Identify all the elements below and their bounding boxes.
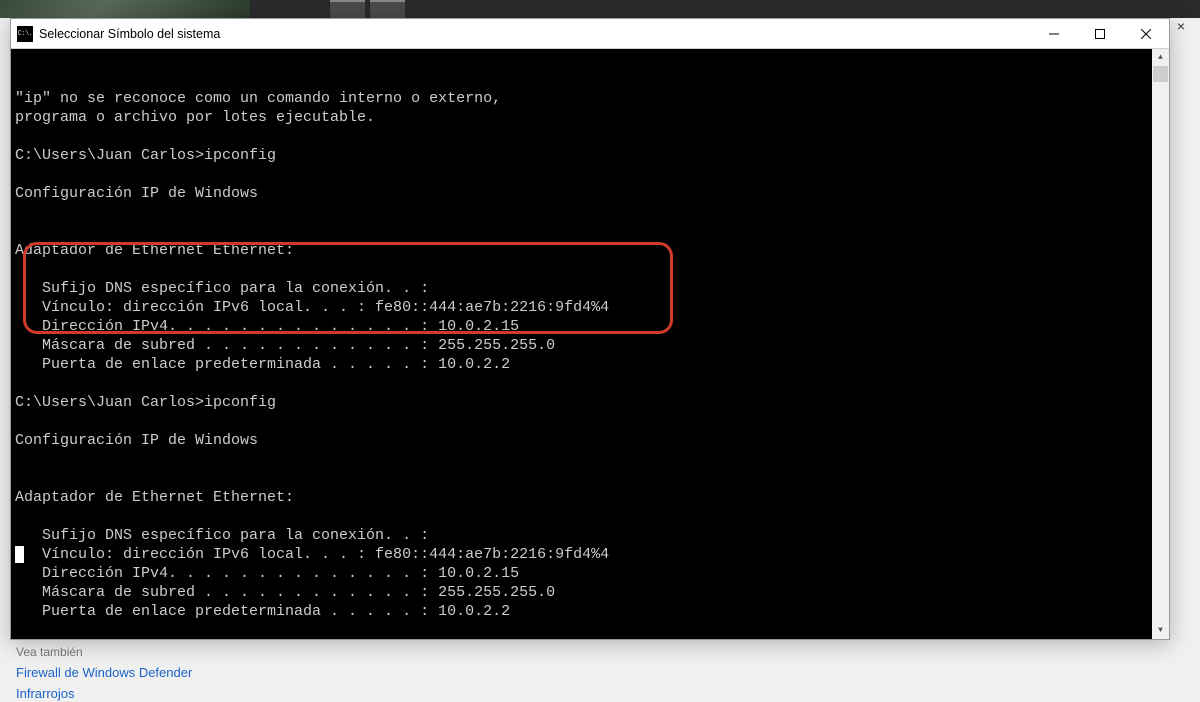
selection-marker xyxy=(15,546,24,563)
terminal-line: "ip" no se reconoce como un comando inte… xyxy=(15,89,1169,108)
scroll-track[interactable] xyxy=(1152,66,1169,622)
terminal-line xyxy=(15,165,1169,184)
terminal-line: Configuración IP de Windows xyxy=(15,184,1169,203)
taskbar-thumbnail xyxy=(0,0,250,18)
terminal-line xyxy=(15,507,1169,526)
terminal-line: Dirección IPv4. . . . . . . . . . . . . … xyxy=(15,564,1169,583)
bg-section-label: Vea también xyxy=(16,645,83,659)
terminal-line: Vínculo: dirección IPv6 local. . . : fe8… xyxy=(15,545,1169,564)
terminal-line: C:\Users\Juan Carlos>ipconfig xyxy=(15,146,1169,165)
close-button[interactable] xyxy=(1123,19,1169,48)
terminal-line: Adaptador de Ethernet Ethernet: xyxy=(15,488,1169,507)
terminal-line xyxy=(15,412,1169,431)
terminal-line: Sufijo DNS específico para la conexión. … xyxy=(15,526,1169,545)
terminal-line xyxy=(15,260,1169,279)
maximize-icon xyxy=(1095,29,1105,39)
scroll-down-arrow[interactable]: ▼ xyxy=(1152,622,1169,639)
close-icon xyxy=(1141,29,1151,39)
vertical-scrollbar[interactable]: ▲ ▼ xyxy=(1152,49,1169,639)
terminal-line xyxy=(15,203,1169,222)
terminal-line: Dirección IPv4. . . . . . . . . . . . . … xyxy=(15,317,1169,336)
maximize-button[interactable] xyxy=(1077,19,1123,48)
terminal-line xyxy=(15,127,1169,146)
terminal-line: Puerta de enlace predeterminada . . . . … xyxy=(15,355,1169,374)
cmd-icon: C:\. xyxy=(17,26,33,42)
terminal-line: Vínculo: dirección IPv6 local. . . : fe8… xyxy=(15,298,1169,317)
terminal-line: Máscara de subred . . . . . . . . . . . … xyxy=(15,583,1169,602)
terminal-line xyxy=(15,450,1169,469)
link-infrarrojos[interactable]: Infrarrojos xyxy=(16,686,75,702)
terminal-line: programa o archivo por lotes ejecutable. xyxy=(15,108,1169,127)
minimize-button[interactable] xyxy=(1031,19,1077,48)
titlebar[interactable]: C:\. Seleccionar Símbolo del sistema xyxy=(11,19,1169,49)
scroll-thumb[interactable] xyxy=(1153,66,1168,82)
terminal-line: Máscara de subred . . . . . . . . . . . … xyxy=(15,336,1169,355)
terminal-line xyxy=(15,222,1169,241)
terminal-line xyxy=(15,374,1169,393)
terminal-line: Sufijo DNS específico para la conexión. … xyxy=(15,279,1169,298)
terminal-line xyxy=(15,621,1169,639)
taskbar-item xyxy=(330,0,365,18)
terminal-line: C:\Users\Juan Carlos>ipconfig xyxy=(15,393,1169,412)
terminal-line xyxy=(15,469,1169,488)
background-close-icon: × xyxy=(1172,18,1190,36)
window-title: Seleccionar Símbolo del sistema xyxy=(39,27,1031,41)
link-firewall[interactable]: Firewall de Windows Defender xyxy=(16,665,192,681)
scroll-up-arrow[interactable]: ▲ xyxy=(1152,49,1169,66)
command-prompt-window: C:\. Seleccionar Símbolo del sistema "ip… xyxy=(10,18,1170,640)
terminal-output[interactable]: "ip" no se reconoce como un comando inte… xyxy=(11,49,1169,639)
background-taskbar xyxy=(0,0,1200,18)
terminal-line: Puerta de enlace predeterminada . . . . … xyxy=(15,602,1169,621)
terminal-line: Configuración IP de Windows xyxy=(15,431,1169,450)
terminal-line: Adaptador de Ethernet Ethernet: xyxy=(15,241,1169,260)
minimize-icon xyxy=(1049,29,1059,39)
window-controls xyxy=(1031,19,1169,48)
taskbar-item xyxy=(370,0,405,18)
